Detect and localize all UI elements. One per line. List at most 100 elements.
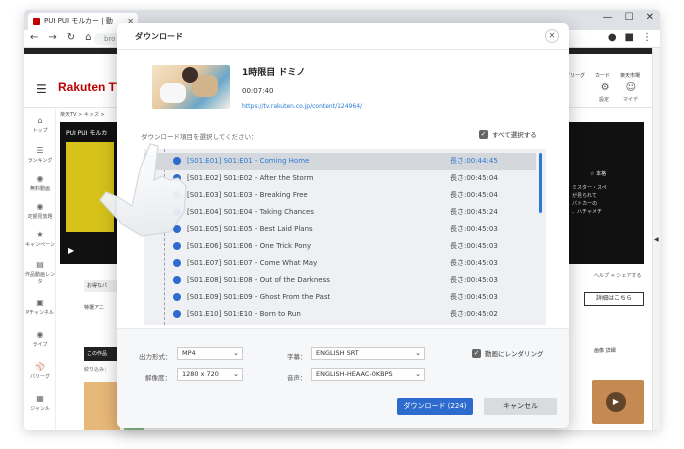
page-scrollbar[interactable]: ◀ <box>652 48 660 430</box>
minimize-icon[interactable]: — <box>603 12 613 23</box>
episode-title: 1時限目 ドミノ <box>242 68 306 78</box>
episode-length: 長さ:00:45:04 <box>450 174 498 182</box>
content-thumbnail[interactable]: ▶ <box>592 380 644 424</box>
details-button[interactable]: 詳細はこちら <box>584 292 644 306</box>
close-icon[interactable]: ✕ <box>545 29 559 43</box>
sidebar-item-top[interactable]: ⌂ トップ <box>24 116 56 134</box>
thumbnail-art <box>160 83 186 103</box>
episode-label: [S01.E07] S01:E07 - Come What May <box>187 259 318 267</box>
episode-length: 長さ:00:45:03 <box>450 225 498 233</box>
episode-row[interactable]: [S01.E09] S01:E09 - Ghost From the Past … <box>144 289 536 306</box>
settings-label: 設定 <box>598 97 609 103</box>
audio-label: 音声： <box>287 374 307 382</box>
sidebar-item-live[interactable]: ◉ ライブ <box>24 330 56 348</box>
maximize-icon[interactable]: ☐ <box>625 12 634 23</box>
episode-row[interactable]: [S01.E04] S01:E04 - Taking Chances 長さ:00… <box>144 204 536 221</box>
checkbox-checked-icon[interactable]: ✓ <box>472 348 481 358</box>
hamburger-icon[interactable]: ☰ <box>36 82 47 96</box>
sidebar-item-campaign[interactable]: ★ キャンペーン <box>24 230 56 248</box>
favicon-icon <box>33 18 40 25</box>
sidebar-item-rental[interactable]: ▤ 作品動画レンタ <box>24 260 56 285</box>
audio-select[interactable]: ENGLISH-HEAAC-0KBPS ⌄ <box>311 368 425 381</box>
content-thumbnail[interactable] <box>84 382 120 430</box>
render-label: 動画にレンダリング <box>485 350 544 358</box>
forward-icon[interactable]: → <box>48 32 56 43</box>
sidebar-item-ranking[interactable]: ☰ ランキング <box>24 146 56 164</box>
dialog-header: ダウンロード ✕ <box>117 23 569 50</box>
user-icon[interactable]: ☺ <box>626 82 636 93</box>
episode-url[interactable]: https://tv.rakuten.co.jp/content/124964/ <box>242 103 362 110</box>
lock-icon[interactable]: ● <box>608 32 617 43</box>
unlimited-icon: ◉ <box>36 202 44 211</box>
screen: PUI PUI モルカー | 動 ✕ — ☐ ✕ ← → ↻ ⌂ bro ● ■… <box>0 0 684 449</box>
live-icon: ◉ <box>36 330 44 339</box>
mypage-label: マイデ <box>622 97 638 103</box>
subtitle-select[interactable]: ENGLISH SRT ⌄ <box>311 347 425 360</box>
rakuten-tv-logo[interactable]: Rakuten TV <box>58 80 124 94</box>
sidebar-item-free[interactable]: ◉ 無料動画 <box>24 174 56 192</box>
chevron-left-icon[interactable]: ◀ <box>654 236 659 243</box>
breadcrumb: 楽天TV > キッズ > <box>60 112 105 118</box>
view-toggle[interactable]: 画像 詳細 <box>594 347 616 354</box>
checkbox-checked-icon[interactable]: ✓ <box>479 129 488 139</box>
player-side-panel: ☆ 本格 ミスター・スペ が見られて パトカーの 、ハチャメチ <box>568 122 644 264</box>
chevron-down-icon: ⌄ <box>233 370 239 378</box>
episode-length: 長さ:00:45:03 <box>450 276 498 284</box>
episode-thumbnail <box>152 65 230 109</box>
nav-buttons: ← → ↻ ⌂ <box>30 32 92 43</box>
episode-row[interactable]: [S01.E10] S01:E10 - Born to Run 長さ:00:45… <box>144 306 536 323</box>
episode-length: 長さ:00:45:03 <box>450 242 498 250</box>
reload-icon[interactable]: ↻ <box>67 32 75 43</box>
list-scrollbar[interactable] <box>539 153 542 213</box>
episode-label: [S01.E02] S01:E02 - After the Storm <box>187 174 314 182</box>
rental-icon: ▤ <box>36 260 44 269</box>
sidebar-item-pchannel[interactable]: ▣ Pチャンネル <box>24 298 56 316</box>
genre-icon: ▦ <box>36 394 44 403</box>
back-icon[interactable]: ← <box>30 32 38 43</box>
episode-row[interactable]: [S01.E06] S01:E06 - One Trick Pony 長さ:00… <box>144 238 536 255</box>
play-icon[interactable]: ▶ <box>606 392 626 412</box>
thumbnail-art <box>182 67 198 83</box>
download-button[interactable]: ダウンロード (224) <box>397 398 473 415</box>
radio-dot-icon[interactable] <box>173 310 181 318</box>
episode-row[interactable]: [S01.E03] S01:E03 - Breaking Free 長さ:00:… <box>144 187 536 204</box>
episode-label: [S01.E01] S01:E01 - Coming Home <box>187 157 310 165</box>
help-share-links[interactable]: ヘルプ ⋖ シェアする <box>594 272 641 279</box>
format-select[interactable]: MP4 ⌄ <box>177 347 243 360</box>
nav-link[interactable]: 楽天市場 <box>620 72 640 79</box>
episode-row[interactable]: [S01.E01] S01:E01 - Coming Home 長さ:00:44… <box>144 153 536 170</box>
radio-dot-icon[interactable] <box>173 276 181 284</box>
pointer-cursor-icon <box>99 143 187 237</box>
render-checkbox[interactable]: ✓ 動画にレンダリング <box>472 348 544 358</box>
player-description: ミスター・スペ が見られて パトカーの 、ハチャメチ <box>572 185 607 215</box>
sidebar-item-pleague[interactable]: ⚾ パリーグ <box>24 362 56 380</box>
campaign-icon: ★ <box>36 230 44 239</box>
episode-row[interactable]: [S01.E05] S01:E05 - Best Laid Plans 長さ:0… <box>144 221 536 238</box>
episode-list: [S01.E01] S01:E01 - Coming Home 長さ:00:44… <box>144 149 546 325</box>
resolution-select[interactable]: 1280 x 720 ⌄ <box>177 368 243 381</box>
window-close-icon[interactable]: ✕ <box>646 12 654 23</box>
menu-dots-icon[interactable]: ⋮ <box>642 32 652 43</box>
extension-icon[interactable]: ■ <box>625 32 634 43</box>
header-icons: ⚙ ☺ <box>601 82 636 93</box>
nav-link[interactable]: カード <box>595 72 610 79</box>
select-all-checkbox[interactable]: ✓ すべて選択する <box>479 129 537 139</box>
cancel-button[interactable]: キャンセル <box>484 398 557 415</box>
episode-row[interactable]: [S01.E08] S01:E08 - Out of the Darkness … <box>144 272 536 289</box>
episode-label: [S01.E06] S01:E06 - One Trick Pony <box>187 242 312 250</box>
home-icon[interactable]: ⌂ <box>85 32 91 43</box>
free-icon: ◉ <box>36 174 44 183</box>
episode-length: 長さ:00:45:02 <box>450 310 498 318</box>
play-icon[interactable]: ▶ <box>68 246 74 255</box>
episode-label: [S01.E10] S01:E10 - Born to Run <box>187 310 301 318</box>
gear-icon[interactable]: ⚙ <box>601 82 610 93</box>
sidebar-item-unlimited[interactable]: ◉ 定額見放題 <box>24 202 56 220</box>
radio-dot-icon[interactable] <box>173 293 181 301</box>
episode-row[interactable]: [S01.E07] S01:E07 - Come What May 長さ:00:… <box>144 255 536 272</box>
chevron-down-icon: ⌄ <box>415 349 421 357</box>
sidebar-item-genre[interactable]: ▦ ジャンル <box>24 394 56 412</box>
player-title: PUI PUI モルカ <box>66 130 108 137</box>
episode-row[interactable]: [S01.E02] S01:E02 - After the Storm 長さ:0… <box>144 170 536 187</box>
radio-dot-icon[interactable] <box>173 259 181 267</box>
filter-label: 絞り込み： <box>84 367 110 373</box>
